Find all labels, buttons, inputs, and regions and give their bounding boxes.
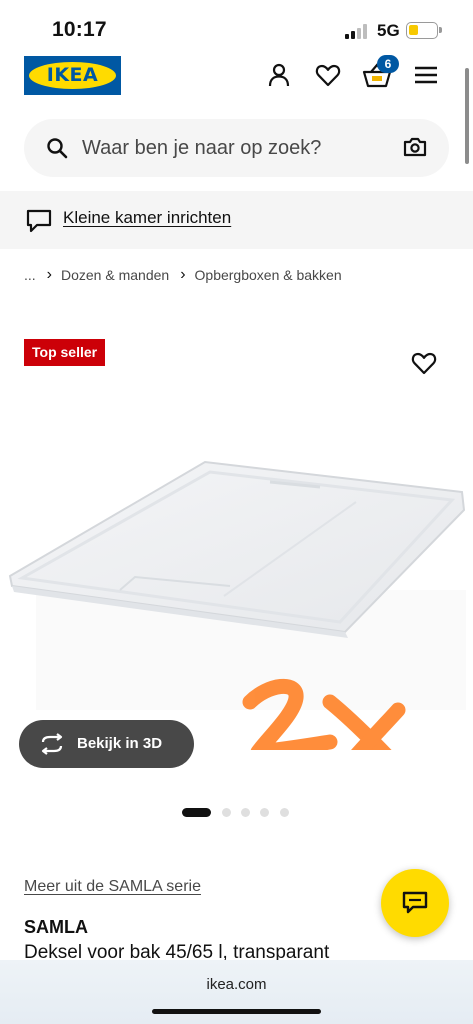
logo-text: IKEA <box>46 64 99 86</box>
series-link[interactable]: Meer uit de SAMLA serie <box>24 878 201 896</box>
url-text: ikea.com <box>206 976 267 993</box>
breadcrumb-item-dozen[interactable]: Dozen & manden <box>61 267 169 283</box>
favourite-heart-icon[interactable] <box>410 349 438 377</box>
battery-icon <box>406 22 442 39</box>
camera-search-icon[interactable] <box>403 136 427 158</box>
user-icon[interactable] <box>265 61 293 89</box>
search-input[interactable] <box>82 131 382 165</box>
breadcrumb-item-opbergboxen[interactable]: Opbergboxen & bakken <box>195 267 342 283</box>
status-bar: 10:17 5G <box>0 0 473 50</box>
ikea-logo[interactable]: IKEA <box>24 56 121 95</box>
carousel-dot[interactable] <box>241 808 250 817</box>
chat-button[interactable] <box>381 869 449 937</box>
top-seller-badge: Top seller <box>24 339 106 366</box>
cart-count-badge: 6 <box>377 55 399 73</box>
rotate-3d-icon <box>41 733 63 755</box>
carousel-dot[interactable] <box>222 808 231 817</box>
scrollbar[interactable] <box>465 68 469 164</box>
battery-fill <box>409 25 418 35</box>
chat-icon <box>402 891 428 914</box>
promo-link[interactable]: Kleine kamer inrichten <box>63 208 231 228</box>
view-in-3d-button[interactable]: Bekijk in 3D <box>19 720 194 768</box>
product-name: SAMLA <box>24 917 88 937</box>
carousel-dot[interactable] <box>280 808 289 817</box>
promo-banner[interactable]: Kleine kamer inrichten <box>0 191 473 249</box>
site-header: IKEA 6 <box>0 55 473 100</box>
signal-icon <box>345 23 371 39</box>
home-indicator[interactable] <box>152 1009 321 1014</box>
product-image[interactable] <box>0 420 473 750</box>
view-in-3d-label: Bekijk in 3D <box>77 735 163 752</box>
search-icon <box>47 138 68 159</box>
carousel-dot-active[interactable] <box>182 808 211 817</box>
chevron-right-icon: › <box>46 266 52 284</box>
menu-icon[interactable] <box>412 61 440 89</box>
search-bar[interactable] <box>24 119 449 177</box>
browser-url-bar[interactable]: ikea.com <box>0 960 473 1024</box>
chat-bubble-icon <box>26 209 52 233</box>
network-type: 5G <box>377 21 400 40</box>
chevron-right-icon: › <box>180 266 186 284</box>
status-time: 10:17 <box>52 18 107 41</box>
heart-icon[interactable] <box>314 61 342 89</box>
breadcrumb: ... › Dozen & manden › Opbergboxen & bakken <box>24 266 342 284</box>
breadcrumb-item-ellipsis[interactable]: ... <box>24 267 36 283</box>
carousel-dot[interactable] <box>260 808 269 817</box>
